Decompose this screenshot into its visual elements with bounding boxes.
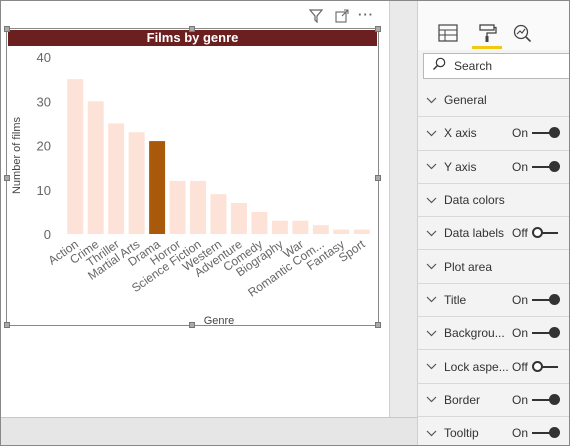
resize-handle-top-right[interactable] — [375, 26, 381, 32]
chevron-down-icon — [426, 430, 438, 437]
toggle-switch[interactable] — [532, 327, 562, 339]
chevron-down-icon — [426, 263, 438, 270]
resize-handle-top-left[interactable] — [4, 26, 10, 32]
y-tick-label: 10 — [37, 183, 51, 198]
toggle-state-label: On — [512, 326, 529, 341]
y-axis-label: Number of films — [11, 116, 23, 194]
toggle-switch[interactable] — [532, 293, 562, 305]
toggle-state-label: On — [512, 159, 529, 174]
resize-handle-left[interactable] — [4, 175, 10, 181]
chevron-down-icon — [426, 396, 438, 403]
toggle-switch[interactable] — [532, 427, 562, 439]
filter-icon[interactable] — [307, 7, 325, 25]
section-label: Title — [444, 292, 467, 307]
chevron-down-icon — [426, 163, 438, 170]
report-canvas: ··· Films by genre 0 10 20 30 40 Action Crime… — [1, 1, 389, 417]
toggle-state-label: Off — [512, 226, 528, 241]
focus-mode-icon[interactable] — [333, 7, 351, 25]
bar-drama[interactable] — [149, 141, 166, 234]
fields-icon[interactable] — [436, 22, 460, 44]
toggle-state-label: On — [512, 392, 529, 407]
bar-horror[interactable] — [169, 180, 186, 234]
section-label: General — [444, 93, 487, 108]
section-label: Data colors — [444, 193, 505, 208]
bar-science-fiction[interactable] — [190, 180, 207, 234]
format-section-backgrou[interactable]: Backgrou... On — [418, 317, 570, 351]
canvas-scroll-gutter — [389, 1, 417, 417]
section-label: Border — [444, 392, 481, 407]
section-label: Plot area — [444, 259, 493, 274]
y-tick-label: 20 — [37, 139, 51, 154]
search-input[interactable]: Search — [423, 53, 570, 79]
y-tick-label: 0 — [44, 227, 51, 242]
format-section-plot-area[interactable]: Plot area — [418, 250, 570, 284]
bar-chart: 010203040 ActionCrimeThrillerMartial Art… — [11, 50, 370, 327]
bar-western[interactable] — [210, 194, 227, 234]
bar-thriller[interactable] — [108, 123, 125, 234]
section-label: Tooltip — [444, 426, 479, 441]
chevron-down-icon — [426, 197, 438, 204]
format-section-general[interactable]: General — [418, 84, 570, 118]
bar-sport[interactable] — [353, 229, 370, 234]
toggle-switch[interactable] — [532, 393, 562, 405]
section-label: X axis — [444, 126, 477, 141]
analytics-icon[interactable] — [510, 22, 534, 44]
format-section-data-colors[interactable]: Data colors — [418, 184, 570, 218]
bar-war[interactable] — [292, 220, 309, 234]
format-sections-list: General X axis On Y axis On Data colors Data l… — [418, 84, 570, 446]
bar-comedy[interactable] — [251, 211, 268, 234]
chevron-down-icon — [426, 363, 438, 370]
y-tick-label: 30 — [37, 94, 51, 109]
toggle-switch[interactable] — [532, 360, 562, 372]
toggle-switch[interactable] — [532, 127, 562, 139]
bar-martial-arts[interactable] — [128, 132, 145, 234]
chevron-down-icon — [426, 330, 438, 337]
resize-handle-right[interactable] — [375, 175, 381, 181]
pane-tab-bar — [418, 0, 570, 50]
toggle-state-label: On — [512, 126, 529, 141]
toggle-switch[interactable] — [532, 227, 562, 239]
format-section-data-labels[interactable]: Data labels Off — [418, 217, 570, 251]
section-label: Y axis — [444, 159, 477, 174]
format-section-tooltip[interactable]: Tooltip On — [418, 417, 570, 446]
chevron-down-icon — [426, 97, 438, 104]
toggle-state-label: On — [512, 426, 529, 441]
section-label: Backgrou... — [444, 326, 505, 341]
format-section-lock-aspe[interactable]: Lock aspe... Off — [418, 350, 570, 384]
resize-handle-bottom-right[interactable] — [375, 322, 381, 328]
bar-crime[interactable] — [87, 101, 104, 234]
section-label: Data labels — [444, 226, 505, 241]
resize-handle-top[interactable] — [189, 26, 195, 32]
bar-adventure[interactable] — [230, 203, 247, 234]
chevron-down-icon — [426, 230, 438, 237]
page-tabs-strip — [1, 417, 417, 445]
bar-fantasy[interactable] — [333, 229, 350, 234]
chart-visual[interactable]: Films by genre 0 10 20 30 40 Action Crime Thri… — [4, 26, 381, 328]
section-label: Lock aspe... — [444, 359, 509, 374]
format-section-title[interactable]: Title On — [418, 284, 570, 318]
resize-handle-bottom[interactable] — [189, 322, 195, 328]
x-axis-label: Genre — [204, 315, 235, 327]
toggle-switch[interactable] — [532, 160, 562, 172]
toggle-state-label: On — [512, 292, 529, 307]
format-section-border[interactable]: Border On — [418, 384, 570, 417]
resize-handle-bottom-left[interactable] — [4, 322, 10, 328]
format-pane: Search General X axis On Y axis On Data color… — [417, 0, 570, 446]
format-section-x-axis[interactable]: X axis On — [418, 117, 570, 151]
active-tab-indicator — [472, 46, 502, 49]
search-icon — [432, 57, 446, 76]
more-options-icon[interactable]: ··· — [357, 5, 375, 23]
bar-action[interactable] — [67, 79, 84, 234]
toggle-state-label: Off — [512, 359, 528, 374]
format-section-y-axis[interactable]: Y axis On — [418, 151, 570, 184]
bar-romantic-com-[interactable] — [312, 225, 329, 234]
search-placeholder: Search — [454, 59, 493, 73]
chevron-down-icon — [426, 130, 438, 137]
bar-biography[interactable] — [271, 220, 288, 234]
y-tick-label: 40 — [37, 50, 51, 65]
format-paint-roller-icon[interactable] — [476, 22, 500, 44]
chevron-down-icon — [426, 296, 438, 303]
